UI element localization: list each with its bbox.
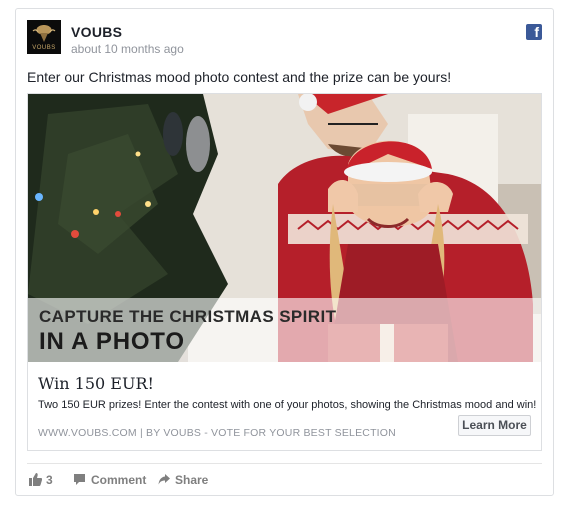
image-headline-line1: CAPTURE THE CHRISTMAS SPIRIT bbox=[39, 307, 337, 326]
learn-more-button[interactable]: Learn More bbox=[458, 415, 531, 436]
post-caption: Enter our Christmas mood photo contest a… bbox=[27, 69, 452, 85]
link-title[interactable]: Win 150 EUR! bbox=[38, 374, 154, 393]
like-icon bbox=[29, 473, 42, 486]
like-button[interactable]: 3 bbox=[29, 471, 63, 489]
share-button[interactable]: Share bbox=[158, 471, 218, 489]
link-preview[interactable]: CAPTURE THE CHRISTMAS SPIRIT IN A PHOTO … bbox=[27, 93, 542, 451]
image-headline-line2: IN A PHOTO bbox=[39, 328, 185, 355]
share-icon bbox=[158, 474, 170, 485]
avatar[interactable]: VOUBS bbox=[27, 20, 61, 54]
avatar-logo-text: VOUBS bbox=[32, 45, 56, 51]
actions-divider bbox=[27, 463, 542, 464]
page-name[interactable]: VOUBS bbox=[71, 24, 122, 40]
link-domain: WWW.VOUBS.COM | BY VOUBS - VOTE FOR YOUR… bbox=[38, 427, 396, 439]
post-header: VOUBS VOUBS about 10 months ago f bbox=[27, 20, 542, 60]
comment-icon bbox=[74, 474, 85, 485]
link-preview-image[interactable]: CAPTURE THE CHRISTMAS SPIRIT IN A PHOTO bbox=[28, 94, 541, 362]
comment-label: Comment bbox=[91, 473, 147, 487]
share-label: Share bbox=[175, 473, 209, 487]
comment-button[interactable]: Comment bbox=[73, 471, 153, 489]
facebook-post-card: VOUBS VOUBS about 10 months ago f Enter … bbox=[15, 8, 554, 496]
link-description: Two 150 EUR prizes! Enter the contest wi… bbox=[38, 399, 537, 411]
like-count: 3 bbox=[46, 473, 53, 487]
post-timestamp[interactable]: about 10 months ago bbox=[71, 42, 184, 56]
facebook-icon: f bbox=[526, 24, 542, 40]
